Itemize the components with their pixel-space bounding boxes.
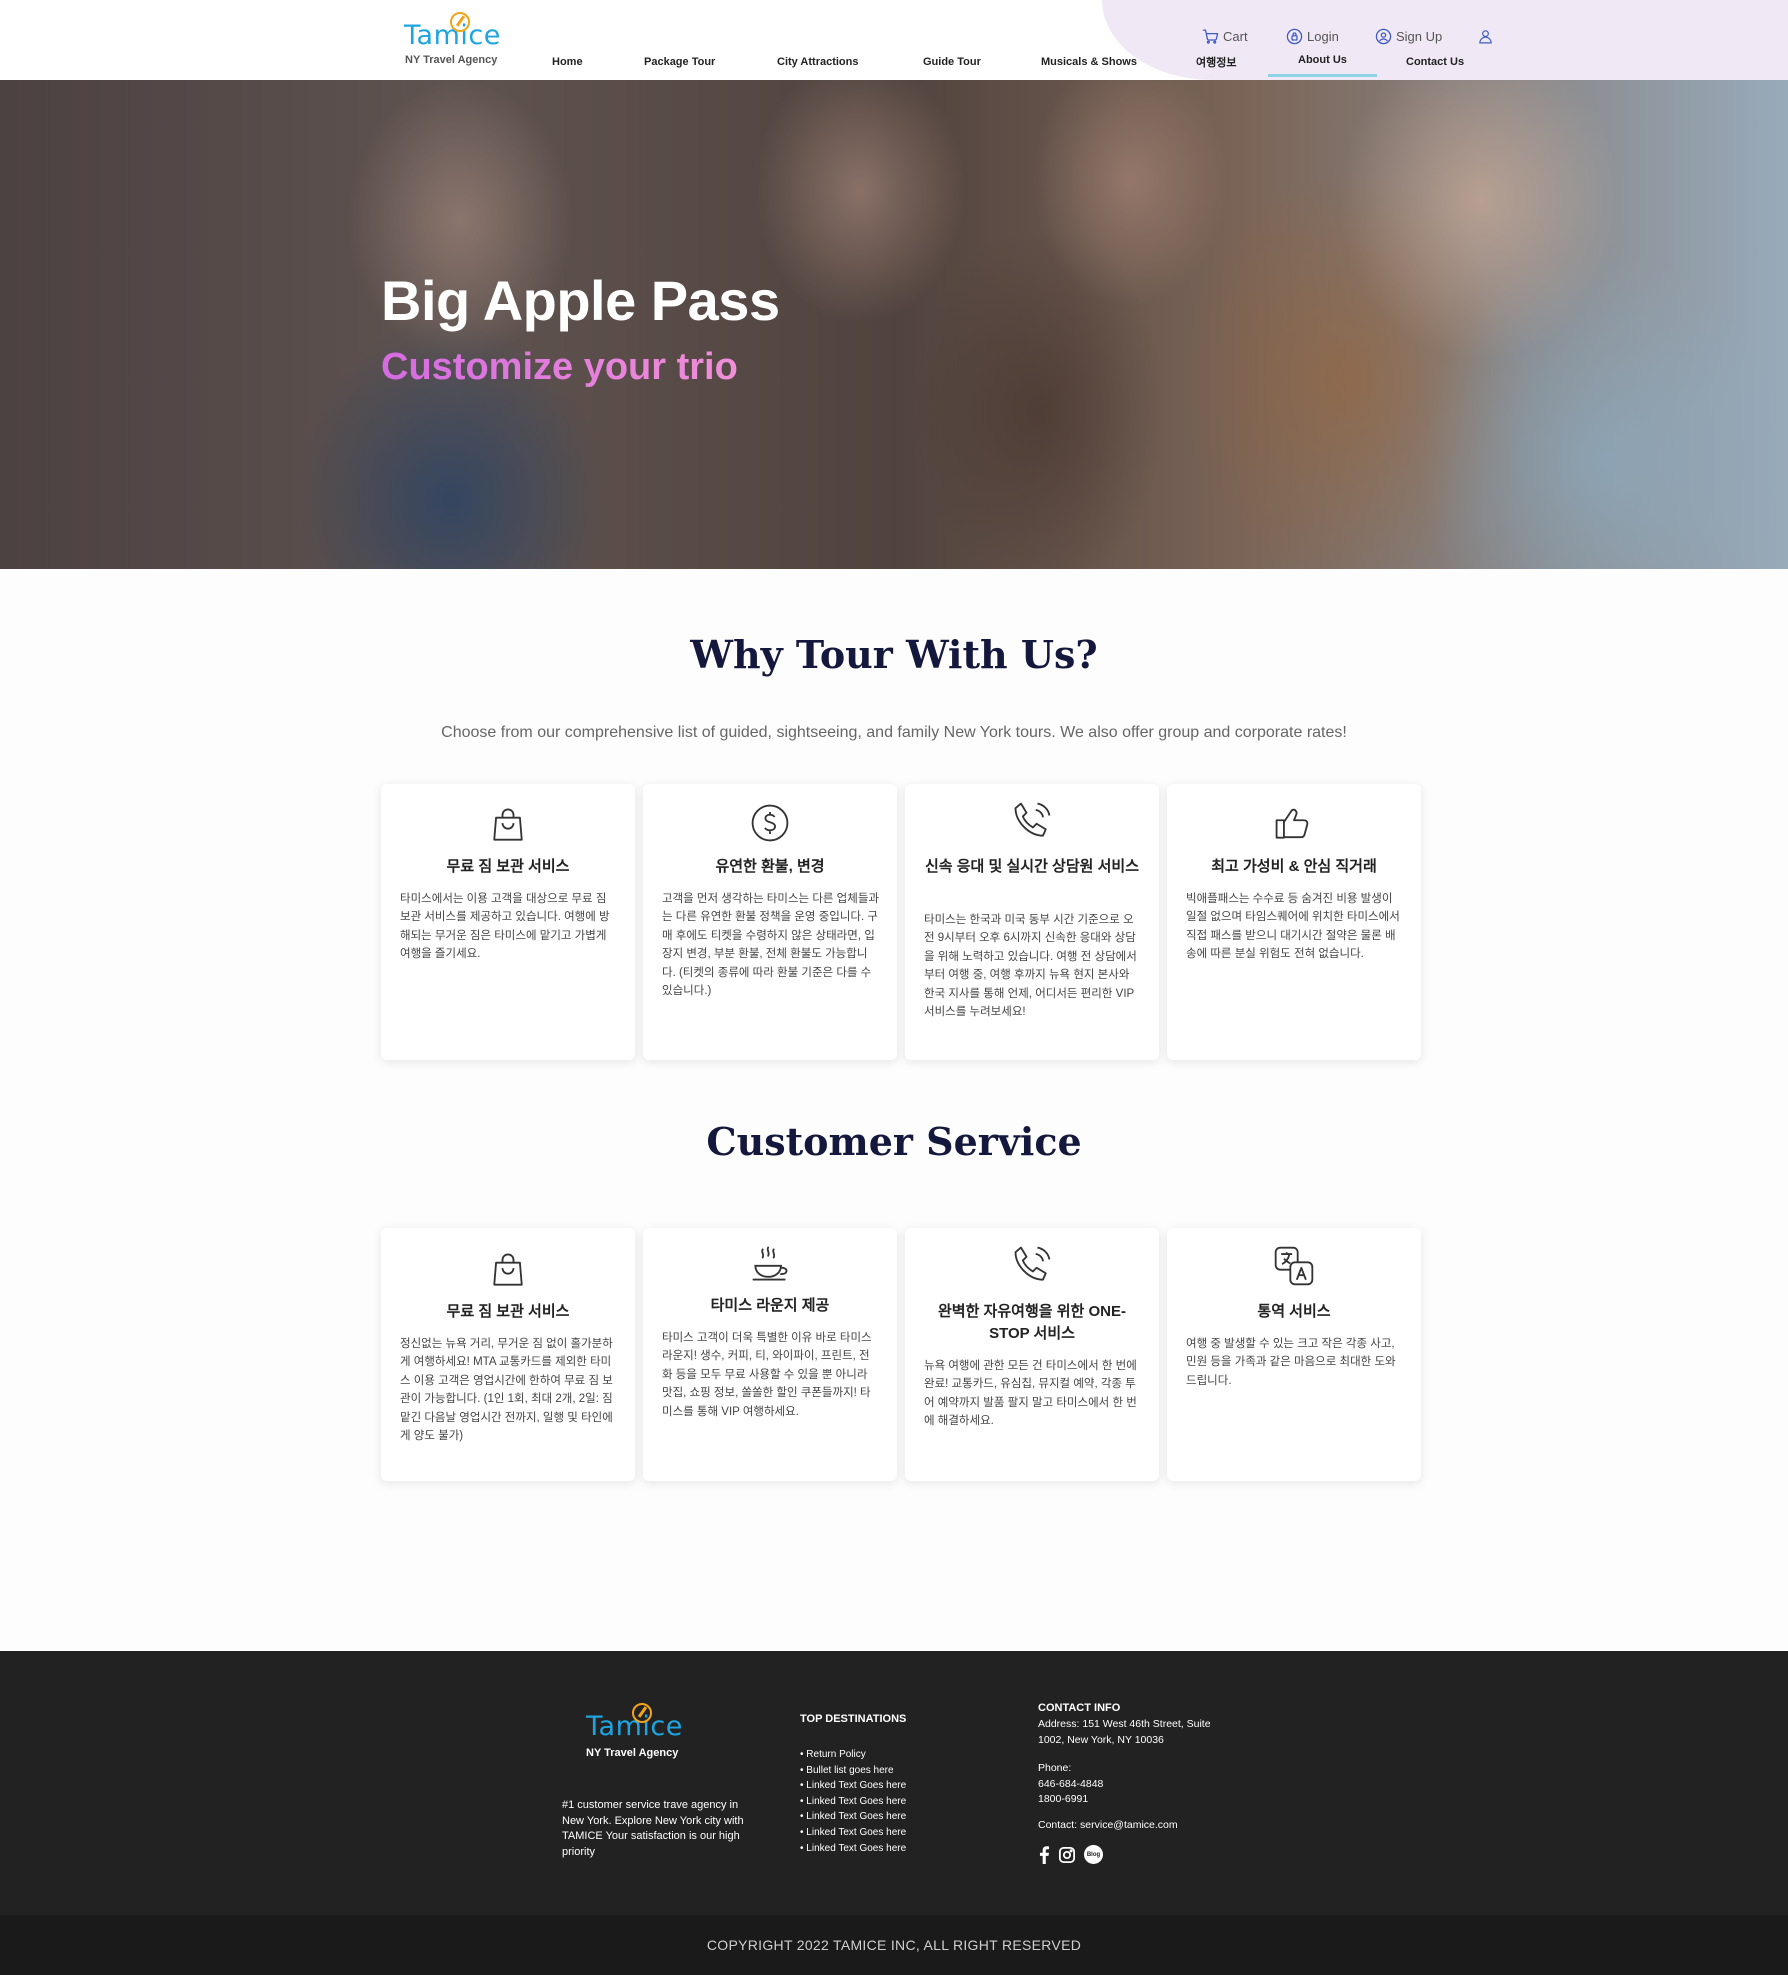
footer-logo[interactable]: Tamice NY Travel Agency: [586, 1703, 696, 1763]
nav-about-us[interactable]: About Us: [1268, 54, 1377, 77]
social-links: Blog: [1038, 1845, 1103, 1864]
hero-banner: Big Apple Pass Customize your trio: [0, 80, 1788, 569]
user-circle-icon: [1375, 28, 1392, 45]
instagram-icon[interactable]: [1058, 1846, 1076, 1864]
card-title: 유연한 환불, 변경: [715, 858, 825, 875]
service-card: 완벽한 자유여행을 위한 ONE-STOP 서비스 뉴욕 여행에 관한 모든 건…: [905, 1228, 1159, 1481]
why-card: 무료 짐 보관 서비스 타미스에서는 이용 고객을 대상으로 무료 짐 보관 서…: [381, 784, 635, 1060]
address-line: 1002, New York, NY 10036: [1038, 1733, 1164, 1746]
account-button[interactable]: [1477, 28, 1494, 45]
contact-email[interactable]: Contact: service@tamice.com: [1038, 1818, 1178, 1834]
blog-icon[interactable]: Blog: [1084, 1845, 1103, 1864]
phone-call-icon: [1010, 1243, 1054, 1287]
footer-link[interactable]: Linked Text Goes here: [800, 1794, 906, 1810]
why-card: 신속 응대 및 실시간 상담원 서비스 타미스는 한국과 미국 동부 시간 기준…: [905, 784, 1159, 1060]
cart-link[interactable]: Cart: [1202, 28, 1248, 45]
card-text: 뉴욕 여행에 관한 모든 건 타미스에서 한 번에 완료! 교통카드, 유심칩,…: [924, 1360, 1137, 1428]
coffee-cup-icon: [748, 1242, 792, 1286]
facebook-icon[interactable]: [1038, 1845, 1050, 1864]
footer-link[interactable]: Bullet list goes here: [800, 1763, 906, 1779]
card-title: 타미스 라운지 제공: [710, 1297, 830, 1314]
why-card: 유연한 환불, 변경 고객을 먼저 생각하는 타미스는 다른 업체들과는 다른 …: [643, 784, 897, 1060]
card-title: 무료 짐 보관 서비스: [446, 1303, 570, 1320]
login-link[interactable]: Login: [1286, 28, 1339, 45]
signup-link[interactable]: Sign Up: [1375, 28, 1442, 45]
logo-tagline: NY Travel Agency: [405, 54, 498, 66]
card-text: 타미스에서는 이용 고객을 대상으로 무료 짐 보관 서비스를 제공하고 있습니…: [400, 893, 610, 961]
card-title: 통역 서비스: [1257, 1303, 1331, 1320]
contact-phone: Phone: 646-684-4848 1800-6991: [1038, 1761, 1103, 1808]
contact-heading: CONTACT INFO: [1038, 1702, 1121, 1714]
nav-contact-us[interactable]: Contact Us: [1406, 56, 1464, 68]
footer-link[interactable]: Linked Text Goes here: [800, 1841, 906, 1857]
card-text: 빅애플패스는 수수료 등 숨겨진 비용 발생이 일절 없으며 타임스퀘어에 위치…: [1186, 893, 1400, 961]
address-line: Address: 151 West 46th Street, Suite: [1038, 1718, 1211, 1730]
site-logo[interactable]: Tamice NY Travel Agency: [404, 12, 514, 72]
nav-city-attractions[interactable]: City Attractions: [777, 56, 859, 68]
card-text: 여행 중 발생할 수 있는 크고 작은 각종 사고, 민원 등을 가족과 같은 …: [1186, 1338, 1396, 1387]
shopping-bag-icon: [486, 803, 530, 847]
footer-link[interactable]: Linked Text Goes here: [800, 1825, 906, 1841]
card-title: 신속 응대 및 실시간 상담원 서비스: [924, 858, 1140, 875]
phone-label: Phone:: [1038, 1762, 1072, 1774]
card-title: 완벽한 자유여행을 위한 ONE-STOP 서비스: [937, 1303, 1126, 1342]
login-label: Login: [1307, 29, 1339, 44]
why-section-description: Choose from our comprehensive list of gu…: [441, 724, 1347, 741]
login-icon: [1286, 28, 1303, 45]
shopping-bag-icon: [486, 1248, 530, 1292]
card-text: 타미스 고객이 더욱 특별한 이유 바로 타미스 라운지! 생수, 커피, 티,…: [662, 1332, 872, 1418]
thumbs-up-icon: [1272, 801, 1316, 845]
nav-musicals-shows[interactable]: Musicals & Shows: [1041, 56, 1137, 68]
site-header: Tamice NY Travel Agency Home Package Tou…: [0, 0, 1788, 80]
hero-photo: [0, 80, 1788, 569]
nav-home[interactable]: Home: [552, 56, 583, 68]
destinations-list: Return Policy Bullet list goes here Link…: [800, 1747, 906, 1856]
footer-logo-tagline: NY Travel Agency: [586, 1747, 679, 1759]
signup-label: Sign Up: [1396, 29, 1443, 44]
hero-title: Big Apple Pass: [381, 269, 780, 332]
card-title: 최고 가성비 & 안심 직거래: [1211, 858, 1377, 875]
blog-label: Blog: [1086, 1851, 1101, 1858]
why-card: 최고 가성비 & 안심 직거래 빅애플패스는 수수료 등 숨겨진 비용 발생이 …: [1167, 784, 1421, 1060]
cart-icon: [1202, 29, 1219, 44]
site-footer: Tamice NY Travel Agency #1 customer serv…: [0, 1651, 1788, 1915]
footer-link[interactable]: Linked Text Goes here: [800, 1778, 906, 1794]
cart-label: Cart: [1223, 29, 1248, 44]
nav-guide-tour[interactable]: Guide Tour: [923, 56, 981, 68]
service-card: 통역 서비스 여행 중 발생할 수 있는 크고 작은 각종 사고, 민원 등을 …: [1167, 1228, 1421, 1481]
nav-travel-info[interactable]: 여행정보: [1196, 54, 1236, 70]
footer-link[interactable]: Linked Text Goes here: [800, 1809, 906, 1825]
card-title: 무료 짐 보관 서비스: [446, 858, 570, 875]
compass-icon: [632, 1703, 652, 1723]
dollar-circle-icon: [748, 801, 792, 845]
card-text: 정신없는 뉴욕 거리, 무거운 짐 없이 홀가분하게 여행하세요! MTA 교통…: [400, 1338, 613, 1443]
service-card: 무료 짐 보관 서비스 정신없는 뉴욕 거리, 무거운 짐 없이 홀가분하게 여…: [381, 1228, 635, 1481]
nav-package-tour[interactable]: Package Tour: [644, 56, 715, 68]
phone-number[interactable]: 646-684-4848: [1038, 1777, 1103, 1793]
compass-icon: [450, 12, 470, 32]
user-icon: [1479, 30, 1492, 44]
card-text: 타미스는 한국과 미국 동부 시간 기준으로 오전 9시부터 오후 6시까지 신…: [924, 914, 1137, 1019]
copyright-bar: COPYRIGHT 2022 TAMICE INC, ALL RIGHT RES…: [0, 1915, 1788, 1975]
phone-number[interactable]: 1800-6991: [1038, 1792, 1103, 1808]
translate-icon: [1272, 1244, 1316, 1288]
service-section-title: Customer Service: [706, 1119, 1082, 1164]
hero-subtitle: Customize your trio: [381, 346, 738, 388]
contact-address: Address: 151 West 46th Street, Suite 100…: [1038, 1717, 1211, 1748]
footer-tagline: #1 customer service trave agency in New …: [562, 1799, 744, 1858]
destinations-heading: TOP DESTINATIONS: [800, 1713, 907, 1725]
footer-link-return-policy[interactable]: Return Policy: [800, 1747, 906, 1763]
card-text: 고객을 먼저 생각하는 타미스는 다른 업체들과는 다른 유연한 환불 정책을 …: [662, 893, 879, 998]
phone-call-icon: [1010, 799, 1054, 843]
why-section-title: Why Tour With Us?: [690, 632, 1098, 677]
service-card: 타미스 라운지 제공 타미스 고객이 더욱 특별한 이유 바로 타미스 라운지!…: [643, 1228, 897, 1481]
